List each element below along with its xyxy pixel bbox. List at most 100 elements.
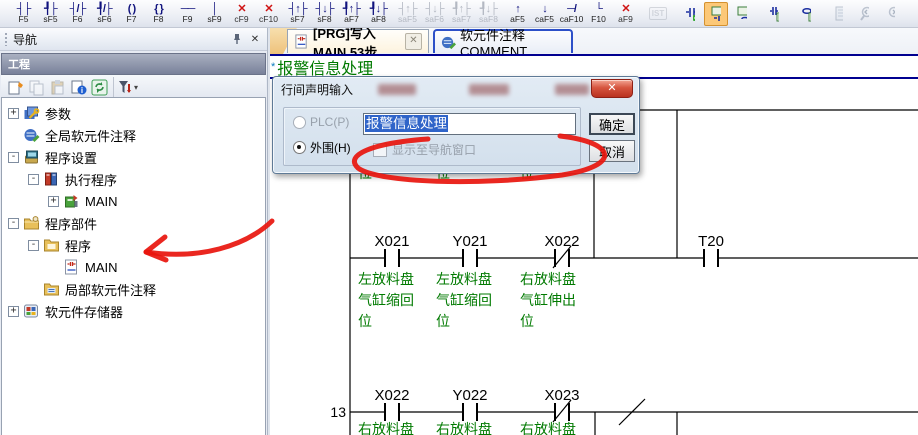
device-label[interactable]: X023 xyxy=(544,387,579,404)
refresh-button[interactable] xyxy=(89,77,110,98)
ladder-tool-button[interactable]: └ F10 xyxy=(585,1,612,27)
ladder-tool-button[interactable]: { } F8 xyxy=(145,1,172,27)
ladder-tool-symbol: ┦↑├ xyxy=(453,4,470,15)
expand-icon[interactable]: + xyxy=(48,196,59,207)
statement-edit-button[interactable] xyxy=(704,2,728,26)
project-header-label: 工程 xyxy=(8,56,30,72)
project-info-button[interactable]: i xyxy=(68,77,89,98)
ladder-tool-button[interactable]: ┤├ F5 xyxy=(10,1,37,27)
ladder-tool-symbol: ┦↓├ xyxy=(370,4,387,15)
panel-grip[interactable] xyxy=(4,32,9,46)
tree-item-main-exec[interactable]: + MAIN xyxy=(2,190,265,212)
ladder-tool-button[interactable]: ┦↑├ aF7 xyxy=(338,1,365,27)
ladder-tool-button[interactable]: ┤↓├ saF6 xyxy=(421,1,448,27)
device-label[interactable]: Y022 xyxy=(452,387,487,404)
ist-instruction-button[interactable]: IST xyxy=(646,2,670,26)
ladder-tool-shortcut: F7 xyxy=(127,15,137,24)
copy-icon xyxy=(28,79,45,96)
tree-item-device-memory[interactable]: + 软元件存储器 xyxy=(2,300,265,322)
note-batch-edit-button[interactable] xyxy=(794,2,818,26)
statement-text-input[interactable]: 报警信息处理 xyxy=(363,113,576,135)
comment-doc-icon xyxy=(441,35,456,50)
device-comment: 右放料盘 xyxy=(436,421,492,435)
refresh-icon xyxy=(91,79,108,96)
expand-icon[interactable]: + xyxy=(8,108,19,119)
ladder-tool-button[interactable]: ✕ cF9 xyxy=(228,1,255,27)
ladder-tool-button[interactable]: ✕ aF9 xyxy=(612,1,639,27)
ladder-tool-button[interactable]: ↑ aF5 xyxy=(504,1,531,27)
close-icon[interactable]: ✕ xyxy=(247,32,263,47)
device-label[interactable]: Y021 xyxy=(452,233,487,250)
tree-item-label: 参数 xyxy=(45,104,71,123)
expand-icon[interactable]: - xyxy=(28,240,39,251)
checkbox-icon xyxy=(373,143,387,157)
ok-button[interactable]: 确定 xyxy=(589,113,635,135)
glass-blur xyxy=(378,84,416,95)
cancel-button[interactable]: 取消 xyxy=(589,140,635,162)
device-comment-edit-button[interactable] xyxy=(678,2,702,26)
show-in-navigation-checkbox[interactable]: 显示至导航窗口 xyxy=(373,141,476,158)
ladder-tool-symbol: ┦/├ xyxy=(97,4,111,15)
tab-close-icon[interactable]: ✕ xyxy=(405,33,422,50)
ladder-tool-button[interactable]: ↓ caF5 xyxy=(531,1,558,27)
ladder-tool-button[interactable]: ┦├ sF5 xyxy=(37,1,64,27)
ladder-tool-button[interactable]: │ sF9 xyxy=(201,1,228,27)
note-edit-button[interactable] xyxy=(730,2,754,26)
ladder-tool-button[interactable]: ┤/├ F6 xyxy=(64,1,91,27)
ladder-tool-symbol: ┤↑├ xyxy=(398,4,416,15)
tab-prg-main[interactable]: [PRG]写入 MAIN 53步 ✕ xyxy=(287,29,429,53)
ladder-tool-button[interactable]: ┦↓├ aF8 xyxy=(365,1,392,27)
expand-icon[interactable]: - xyxy=(8,218,19,229)
ladder-tool-button[interactable]: ── F9 xyxy=(174,1,201,27)
ladder-tool-button[interactable]: ┦/├ sF6 xyxy=(91,1,118,27)
ladder-tool-button[interactable]: ┤↑├ saF5 xyxy=(394,1,421,27)
ladder-tool-shortcut: saF5 xyxy=(398,15,417,24)
program-document-button[interactable] xyxy=(826,2,850,26)
tree-item-local-device-comment[interactable]: 局部软元件注释 xyxy=(2,278,265,300)
tree-item-program-parts[interactable]: - 程序部件 xyxy=(2,212,265,234)
ladder-tool-symbol: └ xyxy=(595,4,602,15)
ladder-tool-button[interactable]: ✕ cF10 xyxy=(255,1,282,27)
dialog-close-button[interactable]: ✕ xyxy=(591,79,633,98)
tree-item-program-folder[interactable]: - 程序 xyxy=(2,234,265,256)
gx-works2-window: ┤├ F5 ┦├ sF5 ┤/├ F6 ┦/├ sF6 xyxy=(0,0,918,435)
tab-device-comment[interactable]: 软元件注释 COMMENT xyxy=(433,29,573,53)
ladder-tool-button[interactable]: ( ) F7 xyxy=(118,1,145,27)
radio-plc[interactable]: PLC(P) xyxy=(293,115,349,129)
copy-button[interactable] xyxy=(26,77,47,98)
tab-label: [PRG]写入 MAIN 53步 xyxy=(313,28,400,57)
ladder-tool-button[interactable]: ┦↑├ saF7 xyxy=(448,1,475,27)
device-label[interactable]: T20 xyxy=(698,233,724,250)
outline-display-button[interactable] xyxy=(910,2,918,26)
statement-batch-edit-button[interactable] xyxy=(762,2,786,26)
tree-item-parameters[interactable]: + 参数 xyxy=(2,102,265,124)
ladder-tool-shortcut: caF5 xyxy=(535,15,554,24)
ladder-tool-symbol: ┤↓├ xyxy=(315,4,333,15)
pin-icon[interactable] xyxy=(229,32,245,47)
find-next-button[interactable] xyxy=(878,2,902,26)
tree-item-global-device-comment[interactable]: 全局软元件注释 xyxy=(2,124,265,146)
ladder-tool-button[interactable]: ─/ caF10 xyxy=(558,1,585,27)
ladder-tool-button[interactable]: ┤↑├ sF7 xyxy=(284,1,311,27)
device-comment: 气缸缩回 xyxy=(436,292,492,308)
expand-icon[interactable]: - xyxy=(28,174,39,185)
paste-button[interactable] xyxy=(47,77,68,98)
expand-icon[interactable]: + xyxy=(8,306,19,317)
tree-item-main-program[interactable]: MAIN xyxy=(2,256,265,278)
dialog-titlebar[interactable]: 行间声明输入 ✕ xyxy=(273,77,639,99)
ladder-tool-button[interactable]: ┤↓├ sF8 xyxy=(311,1,338,27)
radio-peripheral[interactable]: 外围(H) xyxy=(293,139,351,156)
expand-icon[interactable]: - xyxy=(8,152,19,163)
device-comment: 气缸缩回 xyxy=(358,292,414,308)
find-previous-button[interactable] xyxy=(852,2,876,26)
ladder-tool-shortcut: F5 xyxy=(19,15,29,24)
device-label[interactable]: X021 xyxy=(374,233,409,250)
device-label[interactable]: X022 xyxy=(544,233,579,250)
ladder-tool-button[interactable]: ┦↓├ saF8 xyxy=(475,1,502,27)
tree-item-execution-program[interactable]: - 执行程序 xyxy=(2,168,265,190)
tree-item-program-settings[interactable]: - 程序设置 xyxy=(2,146,265,168)
sort-filter-button[interactable]: ▾ xyxy=(117,77,138,98)
new-item-button[interactable] xyxy=(5,77,26,98)
device-label[interactable]: X022 xyxy=(374,387,409,404)
ladder-canvas[interactable]: * 报警信息处理 位 位 位 X021 Y021 xyxy=(270,54,918,435)
